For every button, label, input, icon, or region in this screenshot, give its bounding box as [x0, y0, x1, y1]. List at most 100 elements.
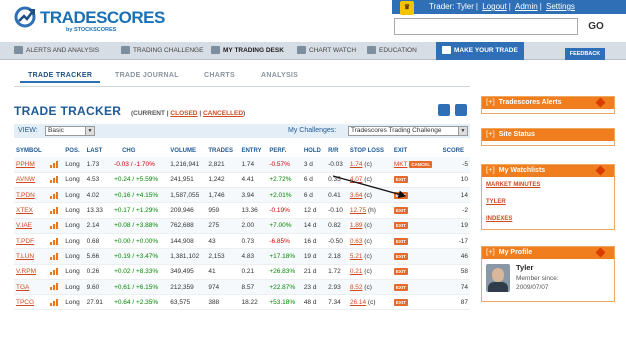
symbol-link[interactable]: T.PDF [16, 238, 34, 245]
bar-chart-icon[interactable] [50, 283, 59, 291]
nav-alerts-and-analysis[interactable]: ALERTS AND ANALYSIS [14, 42, 99, 60]
table-row[interactable]: XTEX Long 13.33 +0.17 / +1.29% 209,946 959 13.… [14, 202, 470, 219]
table-row[interactable]: TGA Long 9.60 +0.61 / +6.15% 212,359 974 8.57 +… [14, 279, 470, 296]
bar-chart-icon[interactable] [50, 222, 59, 230]
nav-trading-challenge[interactable]: TRADING CHALLENGE [121, 42, 203, 60]
challenge-select[interactable]: Tradescores Trading Challenge ▼ [348, 126, 468, 136]
col-pos[interactable]: POS. [63, 144, 84, 157]
view-select[interactable]: Basic ▼ [45, 126, 95, 136]
exit-button[interactable]: EXIT [393, 207, 408, 215]
edit-icon[interactable] [595, 165, 606, 176]
col-perf[interactable]: PERF. [267, 144, 301, 157]
trophy-icon[interactable]: ♛ [400, 1, 414, 15]
go-button[interactable]: GO [583, 18, 609, 35]
admin-link[interactable]: Admin [515, 2, 538, 11]
bar-chart-icon[interactable] [50, 298, 59, 306]
exit-button[interactable]: EXIT [393, 176, 408, 184]
symbol-link[interactable]: V.RPM [16, 268, 36, 275]
edit-icon[interactable] [595, 247, 606, 258]
stop-loss-link[interactable]: 0.21 [350, 268, 363, 275]
bar-chart-icon[interactable] [50, 191, 59, 199]
refresh-icon[interactable] [438, 104, 450, 116]
stop-loss-link[interactable]: 4.07 [350, 176, 363, 183]
tab-trade-tracker[interactable]: TRADE TRACKER [19, 72, 101, 83]
table-row[interactable]: T.PDF Long 0.68 +0.00 / +0.00% 144,908 43 0.73… [14, 233, 470, 250]
stop-loss-link[interactable]: 26.14 [350, 299, 366, 306]
col-last[interactable]: LAST [85, 144, 108, 157]
col-symbol[interactable]: SYMBOL [14, 144, 48, 157]
watchlists-header[interactable]: [+] My Watchlists [482, 165, 614, 177]
exit-button[interactable]: EXIT [393, 191, 408, 199]
bar-chart-icon[interactable] [50, 176, 59, 184]
filter-current[interactable]: CURRENT [133, 110, 165, 117]
feedback-button[interactable]: FEEDBACK [565, 48, 605, 60]
filter-cancelled[interactable]: CANCELLED [203, 110, 243, 117]
stop-loss-link[interactable]: 12.75 [350, 207, 366, 214]
watchlist-market-minutes[interactable]: MARKET MINUTES [482, 177, 614, 194]
symbol-link[interactable]: T.LUN [16, 253, 34, 260]
symbol-link[interactable]: TPCG [16, 299, 34, 306]
stop-loss-link[interactable]: 1.89 [350, 222, 363, 229]
exit-button[interactable]: EXIT [393, 268, 408, 276]
settings-link[interactable]: Settings [546, 2, 575, 11]
col-exit[interactable]: EXIT [392, 144, 441, 157]
exit-button[interactable]: EXIT [393, 237, 408, 245]
exit-market-link[interactable]: MKT [394, 161, 408, 168]
tab-trade-journal[interactable]: TRADE JOURNAL [115, 72, 179, 79]
profile-header[interactable]: [+] My Profile [482, 247, 614, 259]
site-status-header[interactable]: [+] Site Status [482, 129, 614, 141]
col-chg[interactable]: CHG [108, 144, 168, 157]
stop-loss-link[interactable]: 0.63 [350, 238, 363, 245]
watchlist-indexes[interactable]: INDEXES [482, 211, 614, 228]
tradescores-logo[interactable]: TRADESCORES by STOCKSCORES [14, 6, 165, 36]
symbol-link[interactable]: V.IAE [16, 222, 32, 229]
exit-button[interactable]: EXIT [393, 298, 408, 306]
col-hold[interactable]: HOLD [302, 144, 326, 157]
tab-analysis[interactable]: ANALYSIS [261, 72, 298, 79]
table-row[interactable]: T.PDN Long 4.02 +0.16 / +4.15% 1,587,055 1,74… [14, 187, 470, 204]
symbol-link[interactable]: PPHM [16, 161, 35, 168]
export-icon[interactable] [455, 104, 467, 116]
bar-chart-icon[interactable] [50, 206, 59, 214]
stop-loss-link[interactable]: 1.74 [350, 161, 363, 168]
tab-charts[interactable]: CHARTS [204, 72, 235, 79]
col-trades[interactable]: TRADES [206, 144, 239, 157]
col-score[interactable]: SCORE [441, 144, 470, 157]
table-row[interactable]: T.LUN Long 5.66 +0.19 / +3.47% 1,381,102 2,15… [14, 248, 470, 265]
avatar[interactable] [486, 264, 510, 292]
stop-loss-link[interactable]: 8.52 [350, 284, 363, 291]
exit-button[interactable]: EXIT [393, 252, 408, 260]
table-row[interactable]: AVNW Long 4.53 +0.24 / +5.59% 241,951 1,242 4.… [14, 172, 470, 189]
symbol-link[interactable]: AVNW [16, 176, 35, 183]
nav-my-trading-desk[interactable]: MY TRADING DESK [211, 42, 284, 60]
alerts-panel-header[interactable]: [+] Tradescores Alerts [482, 97, 614, 109]
nav-chart-watch[interactable]: CHART WATCH [297, 42, 356, 60]
table-row[interactable]: V.RPM Long 0.26 +0.02 / +8.33% 349,495 41 0.21… [14, 264, 470, 280]
stop-loss-link[interactable]: 5.21 [350, 253, 363, 260]
bar-chart-icon[interactable] [50, 160, 59, 168]
exit-button[interactable]: CANCEL [409, 160, 433, 168]
nav-make-your-trade[interactable]: MAKE YOUR TRADE [436, 42, 524, 60]
edit-icon[interactable] [595, 97, 606, 108]
col-entry[interactable]: ENTRY [239, 144, 267, 157]
nav-education[interactable]: EDUCATION [367, 42, 417, 60]
symbol-link[interactable]: T.PDN [16, 192, 35, 199]
exit-button[interactable]: EXIT [393, 283, 408, 291]
col-volume[interactable]: VOLUME [168, 144, 206, 157]
symbol-link[interactable]: TGA [16, 284, 29, 291]
search-input[interactable] [394, 18, 578, 35]
table-row[interactable]: V.IAE Long 2.14 +0.08 / +3.88% 762,688 275 2.0… [14, 218, 470, 234]
exit-button[interactable]: EXIT [393, 222, 408, 230]
table-row[interactable]: PPHM Long 1.73 -0.03 / -1.70% 1,216,941 2,821… [14, 157, 470, 173]
table-row[interactable]: TPCG Long 27.91 +0.64 / +2.35% 63,575 388 18.2… [14, 294, 470, 311]
stop-loss-link[interactable]: 3.64 [350, 192, 363, 199]
bar-chart-icon[interactable] [50, 237, 59, 245]
bar-chart-icon[interactable] [50, 268, 59, 276]
symbol-link[interactable]: XTEX [16, 207, 33, 214]
col-rr[interactable]: R/R [326, 144, 348, 157]
col-stop-loss[interactable]: STOP LOSS [348, 144, 392, 157]
watchlist-tyler[interactable]: TYLER [482, 194, 614, 211]
logout-link[interactable]: Logout [482, 2, 506, 11]
filter-closed[interactable]: CLOSED [170, 110, 197, 117]
bar-chart-icon[interactable] [50, 252, 59, 260]
